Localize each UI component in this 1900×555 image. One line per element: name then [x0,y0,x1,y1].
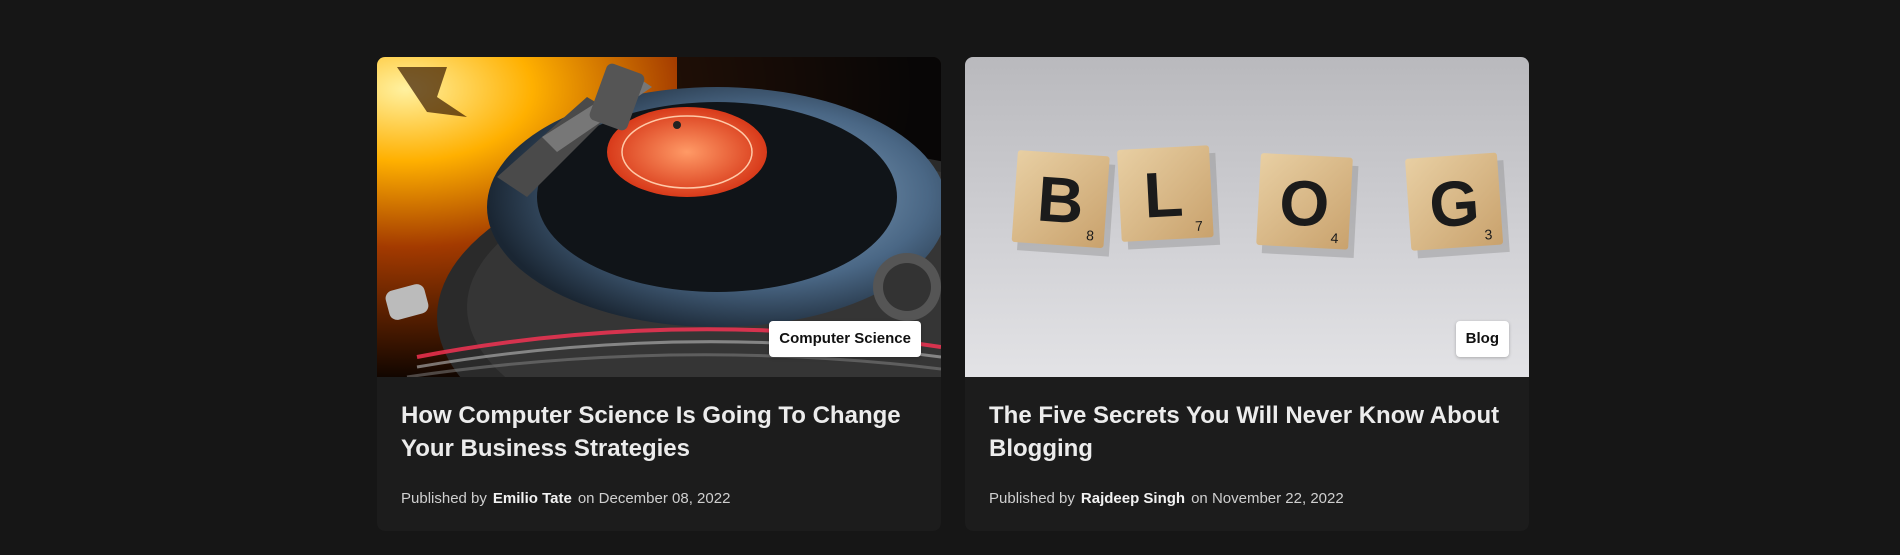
post-thumbnail[interactable]: Computer Science [377,57,941,377]
category-badge[interactable]: Blog [1455,321,1509,357]
publish-date: on December 08, 2022 [577,490,731,507]
publish-date: on November 22, 2022 [1191,490,1344,507]
published-prefix: Published by [989,490,1075,507]
author-name[interactable]: Emilio Tate [493,490,572,507]
post-card[interactable]: B 8 L 7 O 4 G 3 Blog The Five Secrets Yo… [965,57,1529,531]
post-meta: Published by Rajdeep Singh on November 2… [989,490,1505,507]
tile-letter: G [1427,166,1482,241]
post-body: How Computer Science Is Going To Change … [377,377,941,507]
tile-score: 8 [1086,227,1095,244]
tile-score: 3 [1484,226,1493,243]
author-name[interactable]: Rajdeep Singh [1081,490,1185,507]
tile-letter: L [1142,158,1185,232]
post-grid: Computer Science How Computer Science Is… [377,57,1529,531]
post-meta: Published by Emilio Tate on December 08,… [401,490,917,507]
scrabble-tiles-image: B 8 L 7 O 4 G 3 [965,57,1529,377]
published-prefix: Published by [401,490,487,507]
post-card[interactable]: Computer Science How Computer Science Is… [377,57,941,531]
post-title[interactable]: How Computer Science Is Going To Change … [401,399,917,465]
post-thumbnail[interactable]: B 8 L 7 O 4 G 3 Blog [965,57,1529,377]
category-badge[interactable]: Computer Science [769,321,921,357]
tile-score: 4 [1330,230,1339,246]
tile-letter: O [1278,166,1331,241]
tile-letter: B [1035,163,1086,238]
tile-score: 7 [1195,218,1204,234]
post-title[interactable]: The Five Secrets You Will Never Know Abo… [989,399,1505,465]
post-body: The Five Secrets You Will Never Know Abo… [965,377,1529,507]
